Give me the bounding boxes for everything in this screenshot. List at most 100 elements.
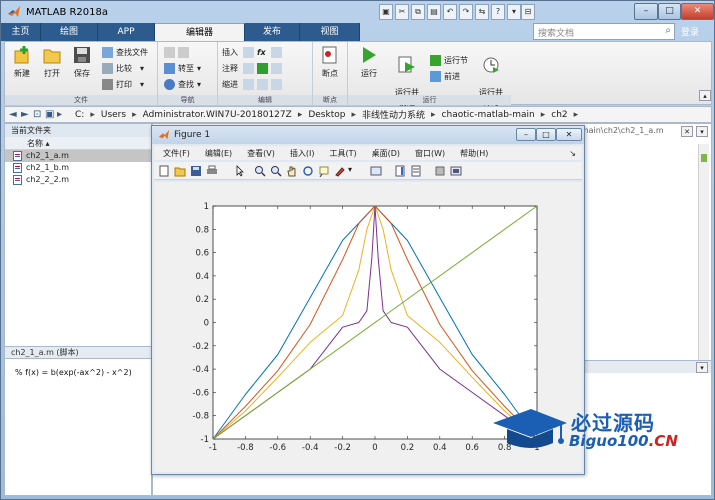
find-files-icon <box>102 47 113 58</box>
search-input[interactable]: 搜索文档 ⌕ <box>533 23 675 40</box>
insert-legend-icon[interactable] <box>410 165 422 177</box>
insert-colorbar-icon[interactable] <box>394 165 406 177</box>
tab-apps[interactable]: APP <box>98 23 155 41</box>
goto-button[interactable]: 转至 ▾ <box>164 62 201 75</box>
undo-quick-icon[interactable]: ↶ <box>443 4 457 20</box>
forward-arrow-icon[interactable]: ► <box>21 109 33 120</box>
menu-dock-icon[interactable]: ↘ <box>569 149 576 158</box>
insert-button[interactable]: 插入 fx <box>222 46 285 59</box>
browse-folder-icon[interactable]: ▣ <box>45 109 57 120</box>
menu-desktop[interactable]: 桌面(D) <box>372 148 400 159</box>
tab-editor[interactable]: 编辑器 <box>155 23 245 41</box>
find-files-button[interactable]: 查找文件 <box>102 46 148 59</box>
tab-plots[interactable]: 绘图 <box>41 23 98 41</box>
tab-view[interactable]: 视图 <box>300 23 360 41</box>
menu-window[interactable]: 窗口(W) <box>415 148 445 159</box>
column-header-name[interactable]: 名称 ▴ <box>5 137 151 150</box>
figure-maximize-button[interactable]: □ <box>536 128 556 141</box>
file-item[interactable]: ch2_1_a.m <box>5 150 151 162</box>
close-button[interactable]: ✕ <box>681 3 714 20</box>
editor-close-icon[interactable]: ✕ <box>681 126 693 137</box>
breadcrumb-desktop[interactable]: Desktop <box>308 110 345 120</box>
figure-close-button[interactable]: ✕ <box>556 128 582 141</box>
show-plot-tools-icon[interactable] <box>450 165 462 177</box>
hide-plot-tools-icon[interactable] <box>434 165 446 177</box>
breadcrumb-nonlinear[interactable]: 非线性动力系统 <box>362 108 425 121</box>
up-folder-icon[interactable]: ⊡ <box>33 109 45 120</box>
compare-label: 比较 <box>116 64 132 73</box>
minimize-button[interactable]: – <box>634 3 658 20</box>
editor-menu-icon[interactable]: ▾ <box>696 126 708 137</box>
tab-home[interactable]: 主页 <box>1 23 41 41</box>
menu-insert[interactable]: 插入(I) <box>290 148 315 159</box>
brush-icon[interactable] <box>334 165 346 177</box>
breakpoints-button[interactable]: 断点 <box>317 45 343 79</box>
ribbon-minimize-icon[interactable]: ▴ <box>699 90 711 101</box>
open-file-icon[interactable] <box>174 165 186 177</box>
pointer-icon[interactable] <box>234 165 246 177</box>
breadcrumb-chaotic[interactable]: chaotic-matlab-main <box>442 110 535 120</box>
indent-icon <box>257 79 268 90</box>
command-window-menu-icon[interactable]: ▾ <box>696 362 708 373</box>
save-button[interactable]: 保存 <box>69 45 95 79</box>
comment-button[interactable]: 注释 <box>222 62 285 75</box>
file-group: 新建 打开 保存 查找文件 比较 ▾ 打印 ▾ 文件 <box>5 42 158 105</box>
cut-quick-icon[interactable]: ✂ <box>395 4 409 20</box>
paste-quick-icon[interactable]: ▤ <box>427 4 441 20</box>
open-button[interactable]: 打开 <box>39 45 65 79</box>
menu-edit[interactable]: 编辑(E) <box>205 148 232 159</box>
back-arrow-icon[interactable]: ◄ <box>9 109 21 120</box>
menu-view[interactable]: 查看(V) <box>247 148 275 159</box>
ribbon-tabs: 主页 绘图 APP 编辑器 发布 视图 <box>1 23 360 41</box>
new-figure-icon[interactable] <box>158 165 170 177</box>
indent-button[interactable]: 缩进 <box>222 78 285 91</box>
switch-windows-icon[interactable]: ⇆ <box>475 4 489 20</box>
print-figure-icon[interactable] <box>206 165 218 177</box>
brush-dropdown-icon[interactable]: ▾ <box>348 165 352 174</box>
x-tick-label: -0.8 <box>237 443 254 453</box>
menu-tools[interactable]: 工具(T) <box>329 148 356 159</box>
figure-minimize-button[interactable]: – <box>516 128 536 141</box>
maximize-button[interactable]: □ <box>658 3 681 20</box>
file-item[interactable]: ch2_1_b.m <box>5 162 151 174</box>
breadcrumb-drive[interactable]: C: <box>75 110 84 120</box>
run-section-button[interactable]: 运行节 <box>430 54 468 67</box>
menu-file[interactable]: 文件(F) <box>163 148 190 159</box>
scroll-thumb[interactable] <box>701 154 707 162</box>
new-button[interactable]: 新建 <box>9 45 35 79</box>
printer-icon <box>102 79 113 90</box>
print-button[interactable]: 打印 ▾ <box>102 78 144 91</box>
redo-quick-icon[interactable]: ↷ <box>459 4 473 20</box>
breadcrumb-users[interactable]: Users <box>101 110 126 120</box>
find-button[interactable]: 查找 ▾ <box>164 78 201 91</box>
data-cursor-icon[interactable] <box>318 165 330 177</box>
pan-hand-icon[interactable] <box>286 165 298 177</box>
insert-label: 插入 <box>222 48 238 57</box>
details-header[interactable]: ch2_1_a.m (脚本) <box>5 346 151 359</box>
run-group-label: 运行 <box>348 95 511 105</box>
file-item[interactable]: ch2_2_2.m <box>5 174 151 186</box>
rotate-3d-icon[interactable] <box>302 165 314 177</box>
copy-quick-icon[interactable]: ⧉ <box>411 4 425 20</box>
breadcrumb-ch2[interactable]: ch2 <box>551 110 567 120</box>
editor-scrollbar[interactable] <box>698 144 709 364</box>
advance-button[interactable]: 前进 <box>430 70 460 83</box>
figure-toolbar: ▾ <box>154 162 582 180</box>
compare-button[interactable]: 比较 ▾ <box>102 62 144 75</box>
zoom-out-icon[interactable] <box>270 165 282 177</box>
run-button[interactable]: 运行 <box>356 45 382 79</box>
breadcrumb-separator: ▸ <box>297 109 303 120</box>
login-link[interactable]: 登录 <box>681 25 699 38</box>
quick-access-menu-icon[interactable]: ▾ <box>507 4 521 20</box>
menu-help[interactable]: 帮助(H) <box>460 148 488 159</box>
link-plot-icon[interactable] <box>370 165 382 177</box>
address-bar: ◄ ► ⊡ ▣ ▸ C: ▸ Users ▸ Administrator.WIN… <box>4 106 712 123</box>
run-time-icon <box>483 57 499 73</box>
zoom-in-icon[interactable] <box>254 165 266 177</box>
help-quick-icon[interactable]: ? <box>491 4 505 20</box>
save-figure-icon[interactable] <box>190 165 202 177</box>
ribbon-collapse-icon[interactable]: ⊟ <box>521 4 535 20</box>
tab-publish[interactable]: 发布 <box>245 23 300 41</box>
breadcrumb-user[interactable]: Administrator.WIN7U-20180127Z <box>143 110 292 120</box>
save-quick-icon[interactable]: ▣ <box>379 4 393 20</box>
